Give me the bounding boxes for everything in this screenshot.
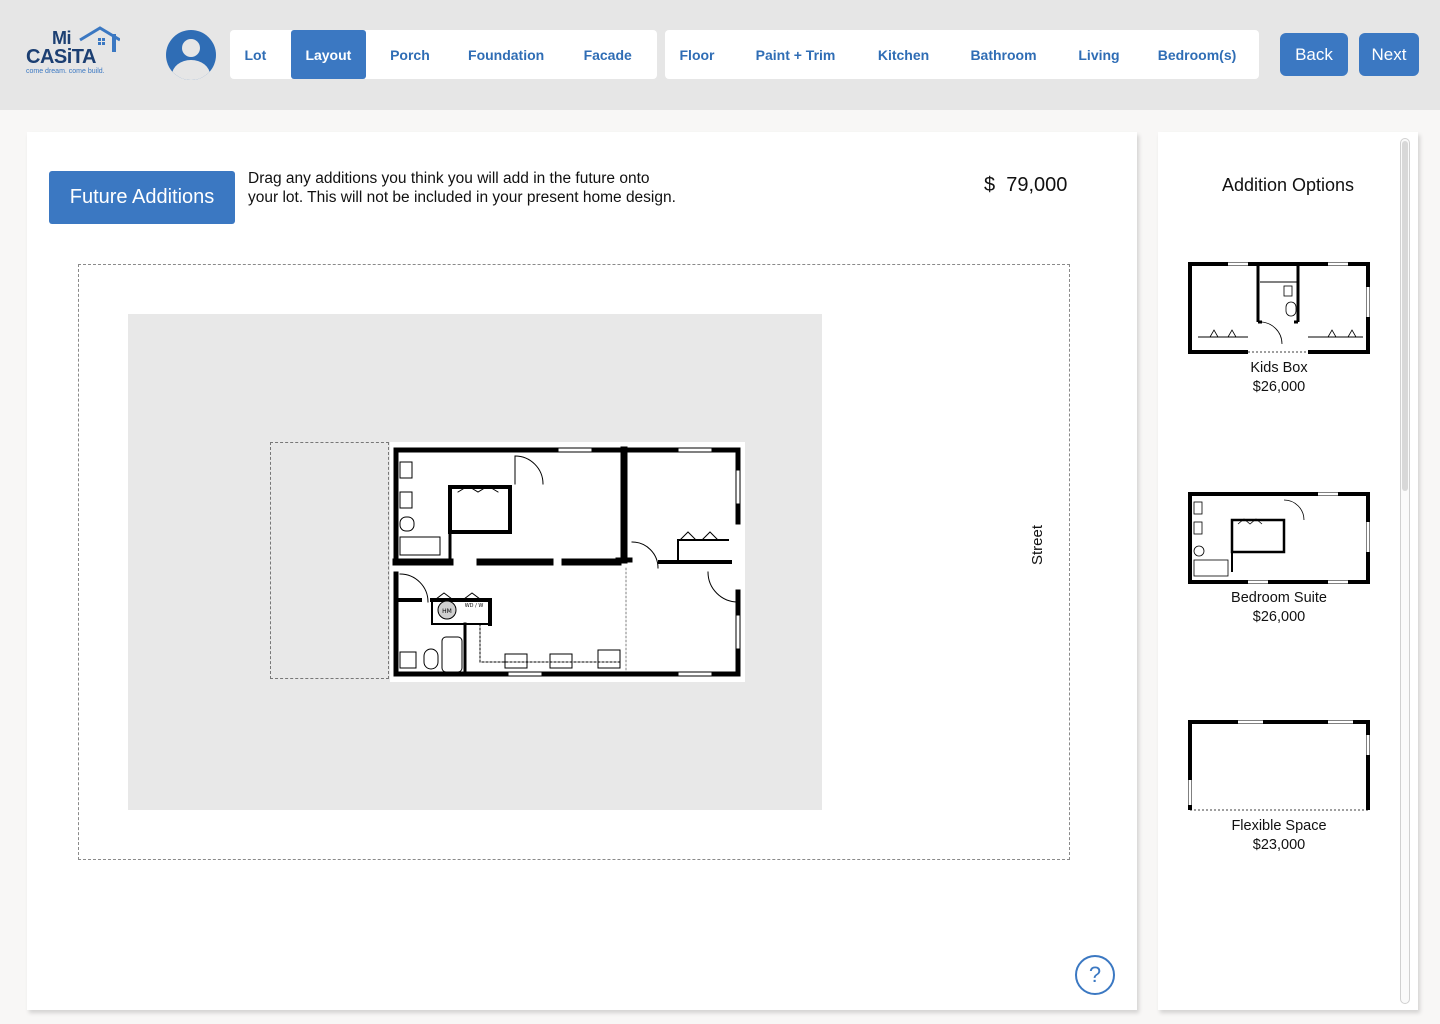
addition-drop-zone[interactable] (270, 442, 389, 679)
street-label: Street (1029, 524, 1046, 565)
future-additions-button[interactable]: Future Additions (49, 171, 235, 224)
tab-kitchen[interactable]: Kitchen (862, 30, 945, 79)
options-scrollbar[interactable] (1400, 138, 1410, 1004)
top-bar: Mi CASiTA come dream. come build. Lot La… (0, 0, 1440, 110)
addition-options-panel: Addition Options Kids Box $26,000 Bedroo… (1158, 132, 1418, 1010)
option-name: Bedroom Suite (1231, 590, 1327, 606)
total-price: $ 79,000 (984, 174, 1067, 197)
addition-options-title: Addition Options (1221, 175, 1355, 195)
tab-floor[interactable]: Floor (665, 30, 729, 79)
flexible-space-plan-icon (1188, 720, 1370, 811)
lot-boundary: HM WD / W Street (78, 264, 1070, 860)
logo-tagline: come dream. come build. (26, 68, 105, 75)
design-tabs-secondary: Floor Paint + Trim Kitchen Bathroom Livi… (665, 30, 1259, 79)
user-avatar[interactable] (166, 30, 216, 80)
hm-label: HM (442, 608, 452, 615)
option-price: $26,000 (1252, 609, 1306, 625)
kids-box-plan-icon (1188, 262, 1370, 354)
tab-facade[interactable]: Facade (558, 30, 657, 79)
addition-option-bedroom-suite[interactable]: Bedroom Suite $26,000 (1188, 492, 1370, 625)
tab-bathroom[interactable]: Bathroom (945, 30, 1062, 79)
back-button[interactable]: Back (1280, 33, 1348, 76)
tab-bedrooms[interactable]: Bedroom(s) (1136, 30, 1258, 79)
option-name: Flexible Space (1231, 818, 1327, 834)
house-icon (79, 26, 120, 52)
tab-porch[interactable]: Porch (366, 30, 454, 79)
instructions-text: Drag any additions you think you will ad… (248, 170, 676, 206)
scrollbar-thumb[interactable] (1402, 141, 1408, 491)
next-button[interactable]: Next (1359, 33, 1419, 76)
design-tabs-primary: Lot Layout Porch Foundation Facade (230, 30, 657, 79)
addition-option-kids-box[interactable]: Kids Box $26,000 (1188, 262, 1370, 395)
help-button[interactable]: ? (1075, 955, 1115, 995)
option-price: $23,000 (1252, 837, 1306, 853)
layout-panel: Future Additions Drag any additions you … (27, 132, 1137, 1010)
tab-lot[interactable]: Lot (230, 30, 281, 79)
wd-label: WD / W (465, 603, 484, 609)
price-currency: $ (984, 174, 996, 196)
option-name: Kids Box (1250, 360, 1308, 376)
tab-living[interactable]: Living (1062, 30, 1136, 79)
tab-layout[interactable]: Layout (290, 30, 366, 79)
house-floor-plan[interactable]: HM WD / W (390, 442, 745, 682)
price-value: 79,000 (1006, 174, 1068, 196)
addition-option-flexible-space[interactable]: Flexible Space $23,000 (1188, 720, 1370, 853)
option-price: $26,000 (1252, 379, 1306, 395)
floor-plan-drawing: HM WD / W (392, 446, 741, 677)
tab-paint-trim[interactable]: Paint + Trim (729, 30, 862, 79)
bedroom-suite-plan-icon (1188, 492, 1370, 584)
mi-casita-logo[interactable]: Mi CASiTA come dream. come build. (24, 26, 124, 80)
tab-foundation[interactable]: Foundation (454, 30, 559, 79)
